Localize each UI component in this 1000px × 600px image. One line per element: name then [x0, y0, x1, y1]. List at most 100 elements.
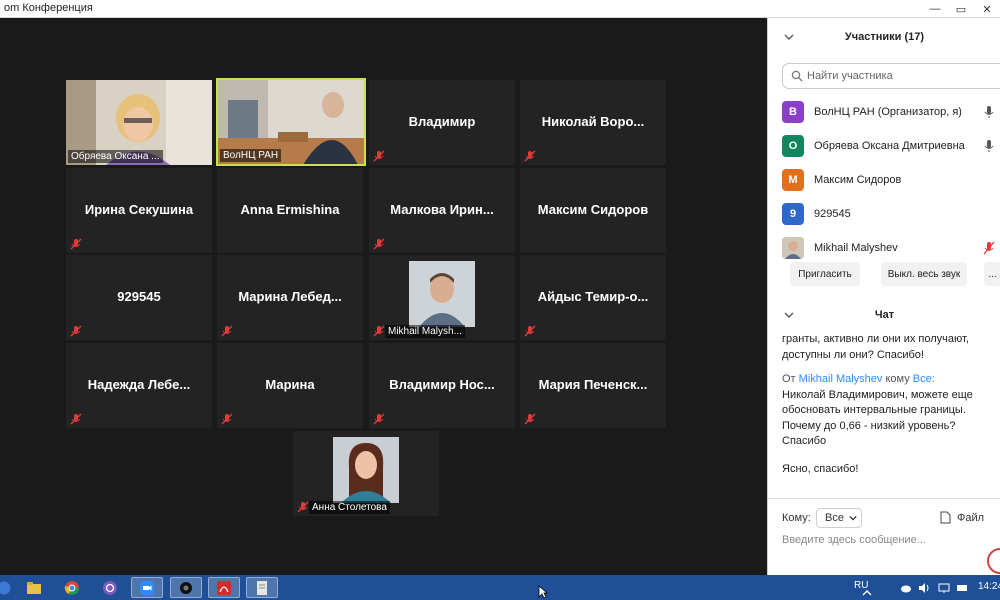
participant-video: [409, 261, 475, 327]
muted-mic-icon[interactable]: [983, 241, 995, 255]
participant-list: В ВолНЦ РАН (Организатор, я) О Обряева О…: [768, 95, 1000, 265]
gallery-view: Обряева Оксана ... ВолНЦ РАН Владимир Ни…: [0, 18, 767, 575]
mouse-cursor-icon: [538, 585, 548, 599]
recipient-link[interactable]: Все:: [913, 373, 935, 385]
file-label: Файл: [957, 511, 985, 524]
logo-icon: [987, 548, 1000, 574]
participant-row[interactable]: В ВолНЦ РАН (Организатор, я): [768, 95, 1000, 129]
maximize-button[interactable]: ▭: [948, 0, 974, 18]
video-tile[interactable]: Марина Лебед...: [217, 255, 363, 340]
video-tile[interactable]: Владимир Нос...: [369, 343, 515, 428]
mic-icon[interactable]: [983, 139, 995, 153]
participant-name: Анна Столетова: [309, 501, 390, 514]
video-tile[interactable]: Mikhail Malysh...: [369, 255, 515, 340]
invite-button[interactable]: Пригласить: [790, 262, 860, 286]
network-icon[interactable]: [938, 582, 950, 594]
clock[interactable]: 14:24: [978, 581, 1000, 592]
muted-mic-icon: [221, 413, 233, 425]
participant-name: Максим Сидоров: [537, 202, 649, 217]
participant-video: [333, 437, 399, 503]
windows-start-icon: [0, 581, 11, 594]
to-label: Кому:: [782, 512, 811, 524]
chat-recipient-row: Кому: Все Файл: [782, 508, 997, 528]
video-tile[interactable]: Марина: [217, 343, 363, 428]
chat-messages: гранты, активно ли они их получают, дост…: [782, 332, 997, 477]
video-tile[interactable]: Надежда Лебе...: [66, 343, 212, 428]
file-button[interactable]: Файл: [940, 511, 984, 524]
participant-row-name: Максим Сидоров: [814, 174, 902, 186]
folder-icon: [27, 581, 41, 594]
sender-link[interactable]: Mikhail Malyshev: [799, 373, 883, 385]
muted-mic-icon: [373, 325, 385, 337]
video-tile[interactable]: Николай Воро...: [520, 80, 666, 165]
avatar: В: [782, 101, 804, 123]
participants-header: Участники (17): [768, 18, 1000, 56]
minimize-button[interactable]: —: [922, 0, 948, 18]
taskbar: RU 14:24: [0, 575, 1000, 600]
participant-name: Малкова Ирин...: [390, 202, 494, 217]
participant-row[interactable]: 9 929545: [768, 197, 1000, 231]
video-tile-active-speaker[interactable]: ВолНЦ РАН: [216, 78, 366, 166]
taskbar-viber[interactable]: [94, 577, 126, 598]
taskbar-app[interactable]: [170, 577, 202, 598]
avatar: [782, 237, 804, 259]
video-tile[interactable]: 929545: [66, 255, 212, 340]
video-tile[interactable]: Мария Печенск...: [520, 343, 666, 428]
volume-icon[interactable]: [918, 582, 930, 594]
muted-mic-icon: [524, 325, 536, 337]
muted-mic-icon: [297, 501, 309, 513]
taskbar-acrobat[interactable]: [208, 577, 240, 598]
video-tile[interactable]: Владимир: [369, 80, 515, 165]
participant-row[interactable]: Mikhail Malyshev: [768, 231, 1000, 265]
chat-title: Чат: [874, 309, 895, 321]
video-tile[interactable]: Ирина Секушина: [66, 168, 212, 253]
mute-all-button[interactable]: Выкл. весь звук: [881, 262, 967, 286]
participant-name: Марина: [265, 377, 315, 392]
chevron-down-icon[interactable]: [784, 310, 794, 320]
avatar: М: [782, 169, 804, 191]
video-tile[interactable]: Анна Столетова: [293, 431, 439, 516]
muted-mic-icon: [70, 238, 82, 250]
avatar: 9: [782, 203, 804, 225]
start-button[interactable]: [0, 577, 20, 598]
participant-row[interactable]: М Максим Сидоров: [768, 163, 1000, 197]
muted-mic-icon: [221, 325, 233, 337]
participant-row-name: 929545: [814, 208, 851, 220]
video-tile[interactable]: Обряева Оксана ...: [66, 80, 212, 165]
recipient-select[interactable]: Все: [816, 508, 862, 528]
network-activity-icon[interactable]: [956, 582, 968, 594]
cloud-icon[interactable]: [900, 583, 912, 593]
search-input[interactable]: Найти участника: [807, 70, 893, 82]
video-tile[interactable]: Максим Сидоров: [520, 168, 666, 253]
chat-message-meta: От Mikhail Malyshev кому Все:: [782, 372, 997, 388]
window-title: om Конференция: [4, 2, 93, 14]
taskbar-zoom[interactable]: [131, 577, 163, 598]
taskbar-app-2[interactable]: [246, 577, 278, 598]
more-button[interactable]: ...: [984, 262, 1000, 286]
zoom-icon: [140, 580, 154, 595]
participant-row[interactable]: О Обряева Оксана Дмитриевна: [768, 129, 1000, 163]
close-button[interactable]: ✕: [974, 0, 1000, 18]
chevron-up-icon[interactable]: [862, 589, 872, 597]
chat-message-input[interactable]: Введите здесь сообщение...: [782, 534, 926, 546]
file-icon: [940, 511, 951, 524]
participant-name: Владимир: [408, 114, 476, 129]
participants-title: Участники (17): [844, 31, 925, 43]
muted-mic-icon: [524, 413, 536, 425]
taskbar-explorer[interactable]: [18, 577, 50, 598]
chevron-down-icon[interactable]: [784, 32, 794, 42]
chat-header: Чат: [768, 302, 1000, 328]
video-tile[interactable]: Малкова Ирин...: [369, 168, 515, 253]
video-tile[interactable]: Айдыс Темир-о...: [520, 255, 666, 340]
video-tile[interactable]: Anna Ermishina: [217, 168, 363, 253]
participant-row-name: Обряева Оксана Дмитриевна: [814, 140, 965, 152]
taskbar-chrome[interactable]: [56, 577, 88, 598]
mic-icon[interactable]: [983, 105, 995, 119]
divider: [768, 498, 1000, 499]
participant-name: Ирина Секушина: [84, 202, 194, 217]
pdf-icon: [217, 580, 231, 595]
participant-search[interactable]: Найти участника: [782, 63, 1000, 89]
participant-row-name: ВолНЦ РАН (Организатор, я): [814, 106, 962, 118]
participant-name: Обряева Оксана ...: [68, 150, 163, 163]
from-label: От: [782, 373, 796, 385]
